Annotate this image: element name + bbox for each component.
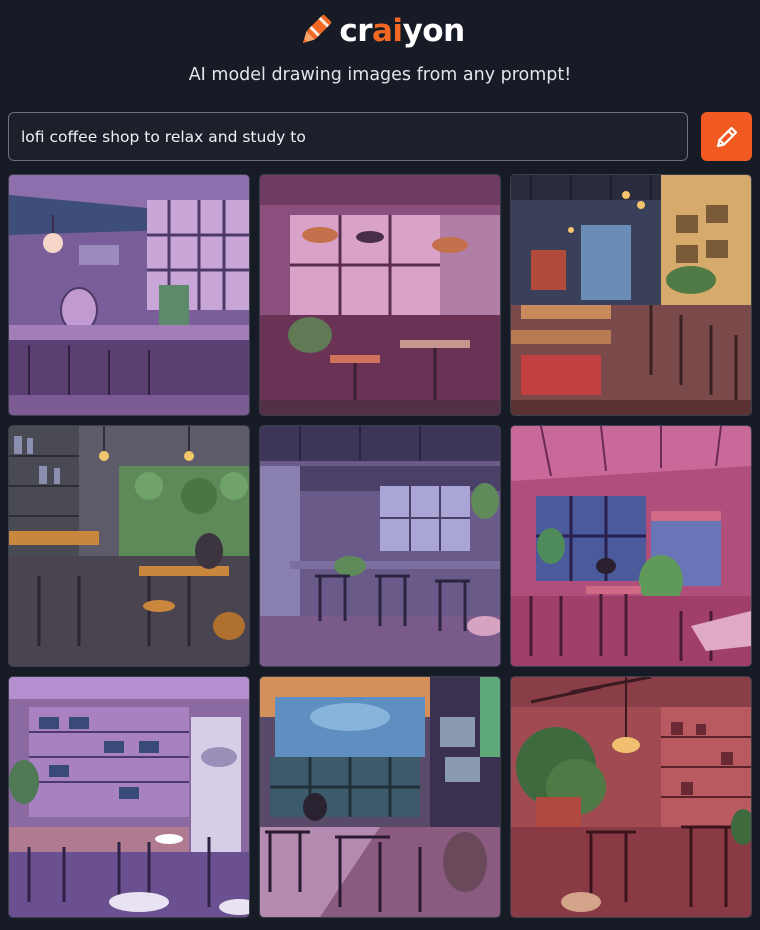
crayon-icon xyxy=(303,14,332,44)
result-image-6[interactable] xyxy=(510,425,752,667)
logo-text-accent: ai xyxy=(372,12,403,49)
logo[interactable]: craiyon xyxy=(295,11,466,51)
result-image-9[interactable] xyxy=(510,676,752,918)
cafe-image xyxy=(260,677,500,917)
cafe-image xyxy=(511,175,751,415)
results-grid xyxy=(8,174,752,918)
cafe-image xyxy=(260,426,500,666)
result-image-8[interactable] xyxy=(259,676,501,918)
cafe-image xyxy=(9,677,249,917)
cafe-image xyxy=(260,175,500,415)
result-image-3[interactable] xyxy=(510,174,752,416)
cafe-image xyxy=(9,175,249,415)
result-image-4[interactable] xyxy=(8,425,250,667)
result-image-2[interactable] xyxy=(259,174,501,416)
logo-text-start: cr xyxy=(339,12,373,49)
cafe-image xyxy=(511,426,751,666)
craiyon-page: craiyon AI model drawing images from any… xyxy=(0,0,760,930)
result-image-5[interactable] xyxy=(259,425,501,667)
header: craiyon xyxy=(0,8,760,54)
prompt-input[interactable] xyxy=(8,112,688,161)
cafe-image xyxy=(511,677,751,917)
draw-button[interactable] xyxy=(701,112,752,161)
logo-wordmark: craiyon xyxy=(339,12,466,49)
logo-text-end: yon xyxy=(402,12,466,49)
result-image-1[interactable] xyxy=(8,174,250,416)
result-image-7[interactable] xyxy=(8,676,250,918)
cafe-image xyxy=(9,426,249,666)
tagline: AI model drawing images from any prompt! xyxy=(188,65,572,85)
pencil-icon xyxy=(716,126,737,147)
